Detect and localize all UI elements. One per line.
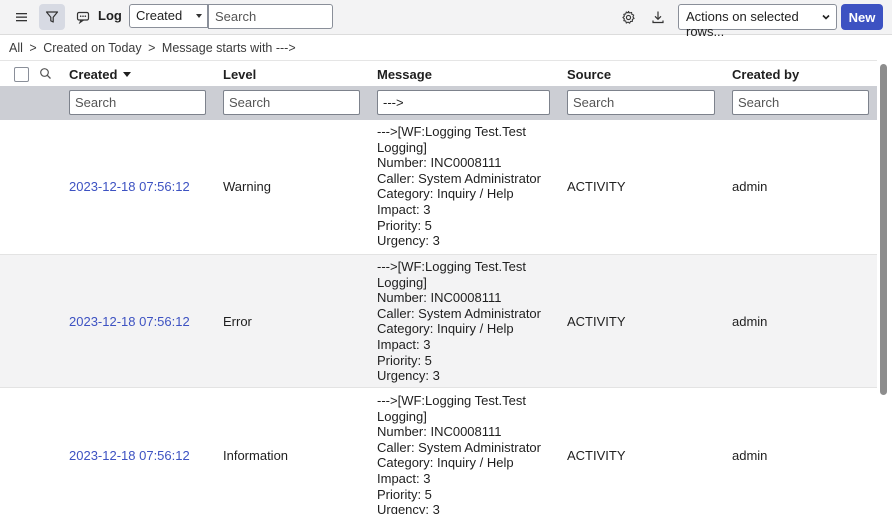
hamburger-icon [16, 13, 27, 22]
breadcrumb-separator: > [148, 41, 156, 55]
message-line: Caller: System Administrator [377, 439, 541, 455]
column-search-row [0, 86, 877, 120]
source-cell: ACTIVITY [567, 179, 626, 194]
level-cell: Information [223, 448, 289, 463]
column-header-message[interactable]: Message [377, 67, 432, 82]
message-line: Logging] [377, 408, 427, 424]
search-field-select[interactable]: Created [129, 4, 208, 28]
search-field-select-value: Created [136, 8, 183, 23]
created-column-search-input[interactable] [69, 90, 206, 115]
breadcrumb-separator: > [29, 41, 37, 55]
message-line: Urgency: 3 [377, 233, 440, 249]
message-cell: --->[WF:Logging Test.Test Logging] Numbe… [377, 393, 541, 514]
breadcrumb-message-starts-with[interactable]: Message starts with ---> [162, 41, 296, 55]
personalize-list-button[interactable] [615, 4, 641, 30]
message-cell: --->[WF:Logging Test.Test Logging] Numbe… [377, 259, 541, 384]
table-row[interactable]: 2023-12-18 07:56:12 Error --->[WF:Loggin… [0, 255, 877, 387]
message-line: Impact: 3 [377, 470, 431, 486]
message-line: Category: Inquiry / Help [377, 186, 514, 202]
comment-icon [76, 11, 90, 24]
source-cell: ACTIVITY [567, 314, 626, 329]
gear-icon [621, 10, 635, 24]
created-by-cell: admin [732, 448, 768, 463]
level-cell: Error [223, 314, 252, 329]
breadcrumb-all[interactable]: All [9, 41, 23, 55]
vertical-scrollbar-thumb[interactable] [880, 64, 887, 395]
message-line: Priority: 5 [377, 486, 432, 502]
table-row[interactable]: 2023-12-18 07:56:12 Information --->[WF:… [0, 388, 877, 514]
message-line: Urgency: 3 [377, 368, 440, 384]
message-line: Logging] [377, 139, 427, 155]
message-line: Category: Inquiry / Help [377, 321, 514, 337]
select-all-checkbox[interactable] [14, 67, 29, 82]
column-header-source[interactable]: Source [567, 67, 611, 82]
column-header-level[interactable]: Level [223, 67, 256, 82]
export-button[interactable] [645, 4, 671, 30]
list-title: Log [98, 8, 122, 23]
table-row[interactable]: 2023-12-18 07:56:12 Warning --->[WF:Logg… [0, 120, 877, 254]
new-record-button[interactable]: New [841, 4, 883, 30]
created-link[interactable]: 2023-12-18 07:56:12 [69, 314, 190, 329]
message-line: Impact: 3 [377, 336, 431, 352]
chevron-down-icon [822, 14, 830, 20]
message-line: Priority: 5 [377, 352, 432, 368]
list-context-menu-button[interactable] [70, 4, 96, 30]
search-icon[interactable] [39, 67, 52, 80]
caret-down-icon [196, 14, 202, 18]
message-line: --->[WF:Logging Test.Test [377, 393, 526, 408]
message-line: Number: INC0008111 [377, 424, 502, 440]
created-by-cell: admin [732, 179, 768, 194]
sort-descending-icon [123, 72, 132, 77]
column-header-created-by[interactable]: Created by [732, 67, 799, 82]
level-cell: Warning [223, 179, 271, 194]
message-line: Priority: 5 [377, 217, 432, 233]
source-column-search-input[interactable] [567, 90, 715, 115]
breadcrumb-created-on-today[interactable]: Created on Today [43, 41, 141, 55]
message-line: Caller: System Administrator [377, 170, 541, 186]
message-line: Number: INC0008111 [377, 155, 502, 171]
message-line: --->[WF:Logging Test.Test [377, 124, 526, 139]
column-header-created[interactable]: Created [69, 67, 132, 82]
download-icon [652, 11, 664, 24]
source-cell: ACTIVITY [567, 448, 626, 463]
actions-select-value: Actions on selected rows... [686, 9, 799, 39]
column-header-created-label: Created [69, 67, 118, 82]
message-line: Urgency: 3 [377, 502, 440, 514]
message-line: Logging] [377, 274, 427, 290]
message-line: Category: Inquiry / Help [377, 455, 514, 471]
breadcrumb: All > Created on Today > Message starts … [9, 41, 299, 55]
created-by-cell: admin [732, 314, 768, 329]
column-header-row: Created Level Message Source Created by [0, 60, 877, 87]
list-toolbar: Log Created Actions on selected rows... … [0, 0, 892, 39]
message-cell: --->[WF:Logging Test.Test Logging] Numbe… [377, 124, 541, 249]
created-link[interactable]: 2023-12-18 07:56:12 [69, 448, 190, 463]
message-line: Caller: System Administrator [377, 305, 541, 321]
level-column-search-input[interactable] [223, 90, 360, 115]
list-search-input[interactable] [208, 4, 333, 29]
hamburger-menu-button[interactable] [9, 4, 35, 30]
created-link[interactable]: 2023-12-18 07:56:12 [69, 179, 190, 194]
message-line: Number: INC0008111 [377, 290, 502, 306]
created-by-column-search-input[interactable] [732, 90, 869, 115]
actions-on-selected-rows-select[interactable]: Actions on selected rows... [678, 4, 837, 39]
filter-toggle-button[interactable] [39, 4, 65, 30]
message-line: Impact: 3 [377, 201, 431, 217]
message-line: --->[WF:Logging Test.Test [377, 259, 526, 274]
message-column-search-input[interactable] [377, 90, 550, 115]
filter-icon [45, 11, 59, 23]
